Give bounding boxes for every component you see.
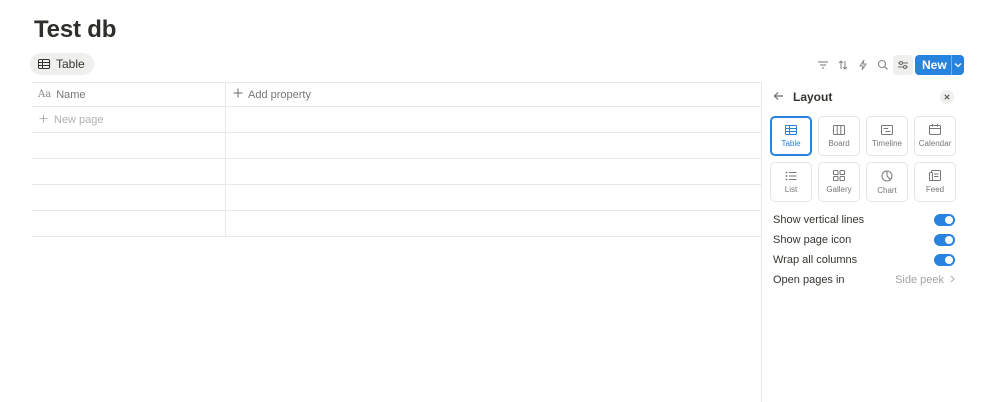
layout-panel-title: Layout xyxy=(793,90,833,104)
new-button[interactable]: New xyxy=(915,55,964,75)
layout-option-label: Gallery xyxy=(826,185,852,194)
layout-option-label: Calendar xyxy=(918,139,952,148)
layout-option-label: Table xyxy=(781,138,801,148)
feed-icon xyxy=(929,170,941,181)
column-header-name[interactable]: Aa Name xyxy=(32,83,226,106)
table-icon xyxy=(38,59,50,69)
view-tab-label: Table xyxy=(56,57,85,71)
table-cell[interactable] xyxy=(32,159,226,184)
layout-panel: Layout Table Board Timeline Calendar Lis… xyxy=(761,82,1000,402)
setting-open-pages-in[interactable]: Open pages in Side peek xyxy=(773,272,955,288)
table-icon xyxy=(785,124,797,135)
sort-icon[interactable] xyxy=(833,55,853,75)
setting-label: Show vertical lines xyxy=(773,214,865,226)
plus-icon xyxy=(39,114,48,126)
layout-option-feed[interactable]: Feed xyxy=(914,162,956,202)
table-cell[interactable] xyxy=(32,211,226,236)
layout-option-label: Chart xyxy=(877,185,897,195)
close-icon[interactable] xyxy=(940,90,954,104)
layout-option-table[interactable]: Table xyxy=(770,116,812,156)
table-cell[interactable] xyxy=(226,107,761,132)
open-pages-value[interactable]: Side peek xyxy=(895,274,955,286)
table-cell[interactable] xyxy=(226,185,761,210)
layout-option-calendar[interactable]: Calendar xyxy=(914,116,956,156)
automation-icon[interactable] xyxy=(853,55,873,75)
setting-show-vertical-lines: Show vertical lines xyxy=(773,212,955,228)
table-header: Aa Name Add property xyxy=(32,82,761,107)
settings-sliders-icon[interactable] xyxy=(893,55,913,75)
toggle-switch[interactable] xyxy=(934,234,955,246)
new-page-label: New page xyxy=(54,113,104,126)
calendar-icon xyxy=(929,124,941,135)
table-cell[interactable] xyxy=(32,185,226,210)
layout-option-chart[interactable]: Chart xyxy=(866,162,908,202)
layout-option-timeline[interactable]: Timeline xyxy=(866,116,908,156)
table-row[interactable] xyxy=(32,159,761,185)
plus-icon xyxy=(233,88,243,101)
timeline-icon xyxy=(881,124,893,135)
setting-show-page-icon: Show page icon xyxy=(773,232,955,248)
gallery-icon xyxy=(833,170,845,181)
table-row[interactable] xyxy=(32,185,761,211)
table-cell[interactable] xyxy=(226,133,761,158)
view-tab-table[interactable]: Table xyxy=(30,53,94,75)
chevron-right-icon xyxy=(950,274,955,286)
layout-option-label: Feed xyxy=(925,185,945,194)
layout-option-gallery[interactable]: Gallery xyxy=(818,162,860,202)
board-icon xyxy=(833,124,845,135)
new-button-label: New xyxy=(922,58,947,72)
view-toolbar xyxy=(813,55,913,75)
column-header-label: Name xyxy=(56,88,86,101)
table-cell[interactable] xyxy=(226,159,761,184)
table-cell[interactable] xyxy=(32,133,226,158)
new-page-button[interactable]: New page xyxy=(32,107,226,132)
layout-option-label: List xyxy=(784,184,798,194)
setting-label: Open pages in xyxy=(773,274,845,286)
layout-option-list[interactable]: List xyxy=(770,162,812,202)
table-row[interactable] xyxy=(32,211,761,237)
toggle-switch[interactable] xyxy=(934,254,955,266)
chart-icon xyxy=(881,170,893,182)
new-page-row[interactable]: New page xyxy=(32,107,761,133)
list-icon xyxy=(785,171,797,181)
setting-wrap-all-columns: Wrap all columns xyxy=(773,252,955,268)
text-property-icon: Aa xyxy=(38,89,52,100)
table-row[interactable] xyxy=(32,133,761,159)
open-pages-value-label: Side peek xyxy=(895,274,944,286)
back-arrow-icon[interactable] xyxy=(773,90,784,104)
search-icon[interactable] xyxy=(873,55,893,75)
chevron-down-icon[interactable] xyxy=(952,62,964,68)
layout-option-label: Board xyxy=(828,138,850,148)
setting-label: Wrap all columns xyxy=(773,254,858,266)
table-cell[interactable] xyxy=(226,211,761,236)
layout-option-board[interactable]: Board xyxy=(818,116,860,156)
page-title[interactable]: Test db xyxy=(34,16,116,44)
filter-icon[interactable] xyxy=(813,55,833,75)
setting-label: Show page icon xyxy=(773,234,852,246)
toggle-switch[interactable] xyxy=(934,214,955,226)
layout-panel-header: Layout xyxy=(773,90,832,104)
layout-option-label: Timeline xyxy=(872,138,902,148)
add-property-label: Add property xyxy=(248,88,311,101)
database-table: Aa Name Add property New page xyxy=(32,82,761,237)
add-property-button[interactable]: Add property xyxy=(226,83,761,106)
